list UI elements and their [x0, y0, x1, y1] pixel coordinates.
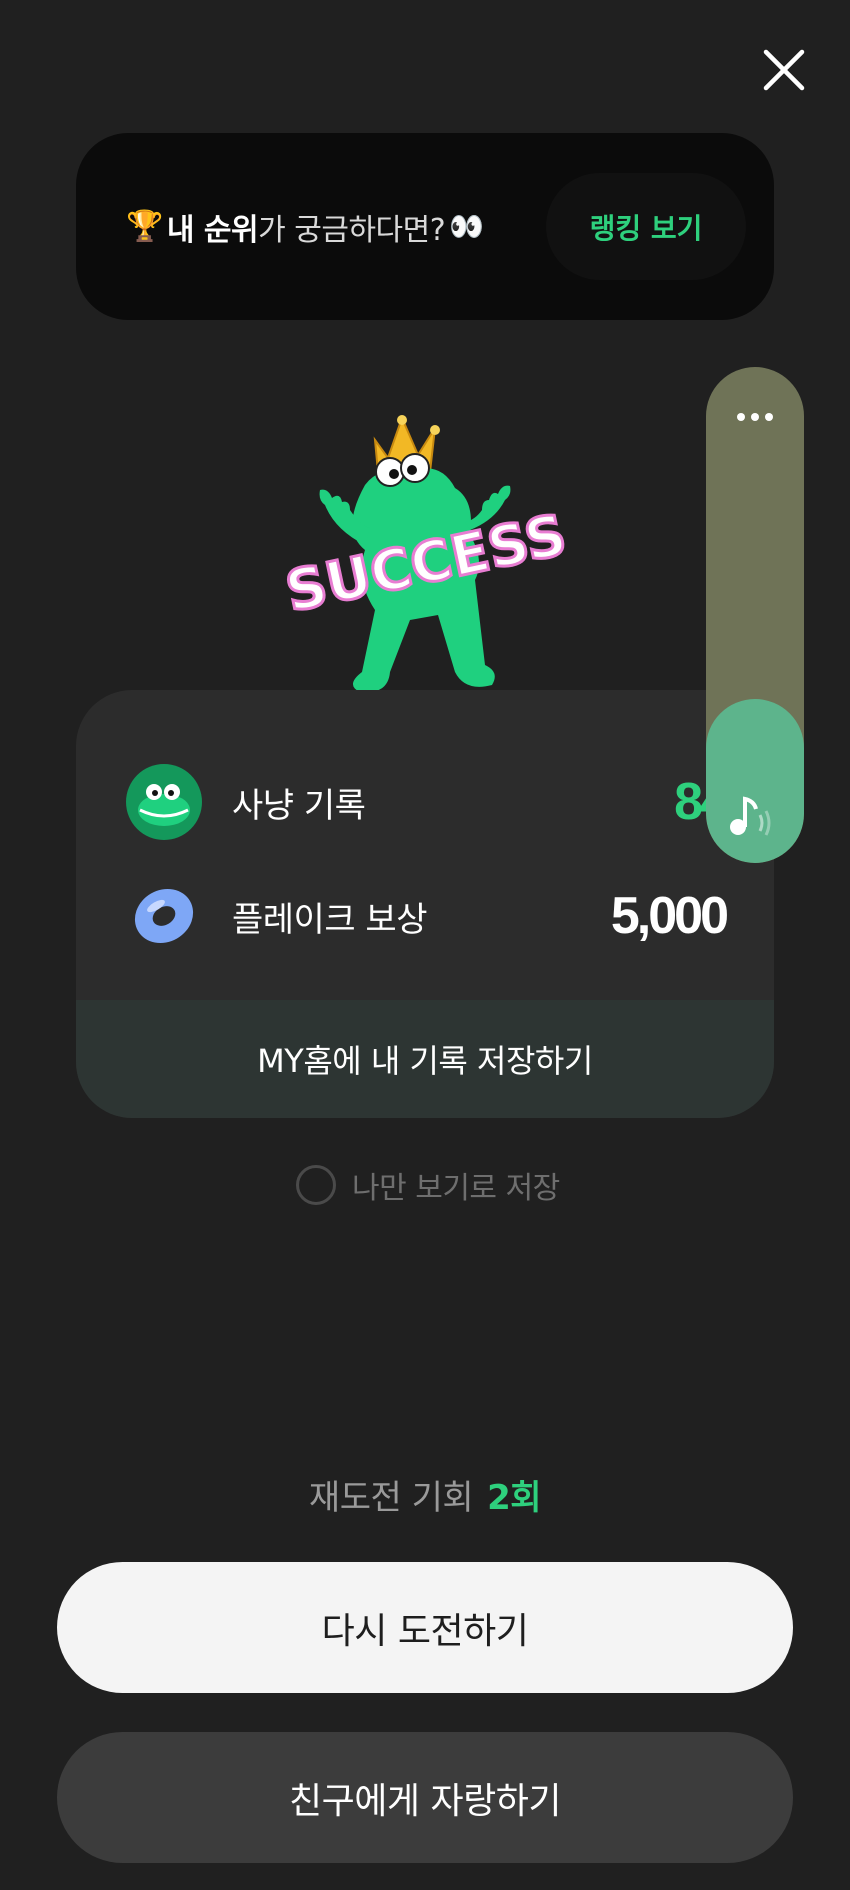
retry-chances-count: 2회 [487, 1478, 542, 1518]
view-ranking-button[interactable]: 랭킹 보기 [546, 173, 746, 280]
trophy-icon: 🏆 [126, 209, 163, 244]
hunt-record-row: 사냥 기록 84 [126, 762, 729, 842]
ranking-prompt-bold: 내 순위 [166, 212, 259, 248]
result-card: 사냥 기록 84 플레이크 보상 5,000 MY홈에 내 기록 저장하기 [76, 690, 774, 1118]
retry-chances-label: 재도전 기회 [308, 1478, 474, 1518]
reward-label: 플레이크 보상 [232, 899, 427, 940]
music-note-icon [730, 796, 771, 836]
floating-side-widget [706, 367, 804, 863]
flake-ring-icon [134, 888, 194, 944]
reward-value: 5,000 [610, 887, 729, 945]
private-save-radio[interactable] [296, 1165, 336, 1205]
eyes-icon: 👀 [449, 210, 484, 243]
retry-button[interactable]: 다시 도전하기 [57, 1562, 793, 1693]
game-result-screen: 🏆 내 순위 가 궁금하다면? 👀 랭킹 보기 SUCCESS 사냥 기록 84… [0, 0, 850, 1890]
more-dots-icon [737, 413, 773, 421]
crocodile-avatar-icon [126, 764, 202, 840]
sound-toggle-button[interactable] [720, 785, 780, 845]
retry-chances: 재도전 기회 2회 [0, 1470, 850, 1519]
close-button[interactable] [752, 38, 816, 102]
private-save-label: 나만 보기로 저장 [352, 1171, 560, 1206]
save-to-my-home-button[interactable]: MY홈에 내 기록 저장하기 [76, 1000, 774, 1118]
more-options-button[interactable] [706, 367, 804, 467]
ranking-banner: 🏆 내 순위 가 궁금하다면? 👀 랭킹 보기 [76, 133, 774, 320]
success-mascot-image: SUCCESS [270, 410, 590, 730]
ranking-prompt-rest: 가 궁금하다면? [258, 212, 446, 248]
hunt-record-label: 사냥 기록 [232, 785, 366, 826]
ranking-prompt: 🏆 내 순위 가 궁금하다면? 👀 [126, 133, 484, 320]
reward-row: 플레이크 보상 5,000 [126, 876, 729, 956]
close-icon [763, 49, 805, 91]
share-with-friends-button[interactable]: 친구에게 자랑하기 [57, 1732, 793, 1863]
private-save-toggle[interactable]: 나만 보기로 저장 [296, 1163, 560, 1207]
